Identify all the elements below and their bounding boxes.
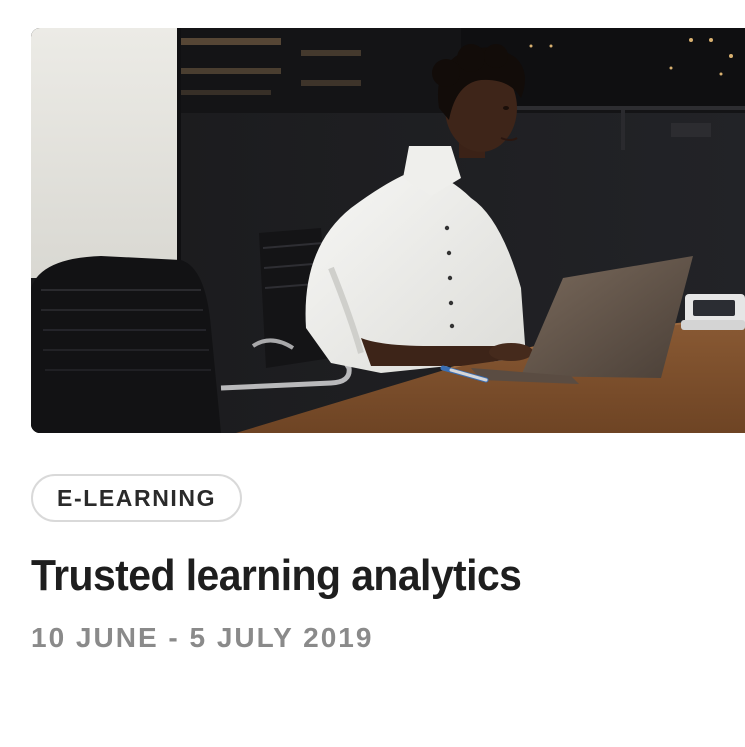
event-card[interactable]: E-LEARNING Trusted learning analytics 10… bbox=[0, 0, 745, 747]
person-at-laptop-photo bbox=[31, 28, 745, 433]
event-image[interactable] bbox=[31, 28, 745, 433]
event-title[interactable]: Trusted learning analytics bbox=[31, 548, 522, 604]
event-dates: 10 JUNE - 5 JULY 2019 bbox=[31, 622, 374, 653]
category-label: E-LEARNING bbox=[57, 484, 217, 511]
category-badge[interactable]: E-LEARNING bbox=[31, 474, 243, 522]
